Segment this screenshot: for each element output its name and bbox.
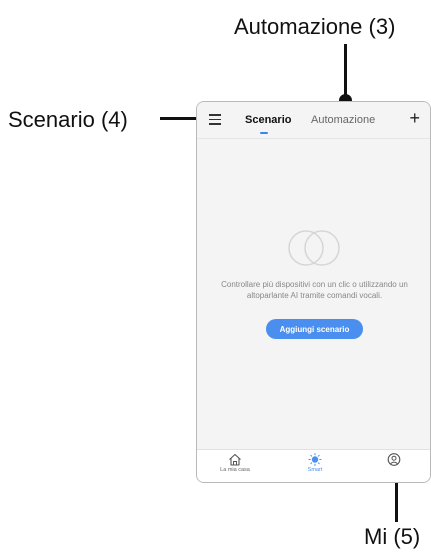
empty-state-text: Controllare più dispositivi con un clic …: [221, 280, 408, 300]
plus-icon[interactable]: +: [409, 109, 420, 127]
phone-screen: Scenario Automazione + Controllare più d…: [196, 101, 431, 483]
bottom-nav: La mia casa Smart: [197, 449, 430, 482]
callout-automazione: Automazione (3): [234, 14, 396, 39]
callout-mi: Mi (5): [364, 524, 421, 549]
active-tab-indicator: [260, 132, 268, 134]
overlapping-circles-icon: [288, 230, 340, 266]
nav-label-home: La mia casa: [220, 467, 250, 473]
profile-icon: [387, 453, 401, 466]
menu-icon[interactable]: [209, 114, 221, 125]
sun-icon: [308, 453, 322, 466]
nav-label-smart: Smart: [307, 467, 323, 473]
nav-la-mia-casa[interactable]: La mia casa: [210, 453, 260, 473]
tab-automazione[interactable]: Automazione: [311, 114, 375, 126]
nav-mi[interactable]: [369, 453, 419, 467]
callout-scenario: Scenario (4): [8, 107, 128, 132]
top-bar: Scenario Automazione +: [197, 102, 430, 139]
nav-smart[interactable]: Smart: [290, 453, 340, 473]
tab-scenario[interactable]: Scenario: [245, 114, 291, 126]
callout-line-automazione: [344, 44, 347, 100]
home-icon: [229, 453, 241, 466]
add-scenario-button[interactable]: Aggiungi scenario: [266, 319, 363, 339]
